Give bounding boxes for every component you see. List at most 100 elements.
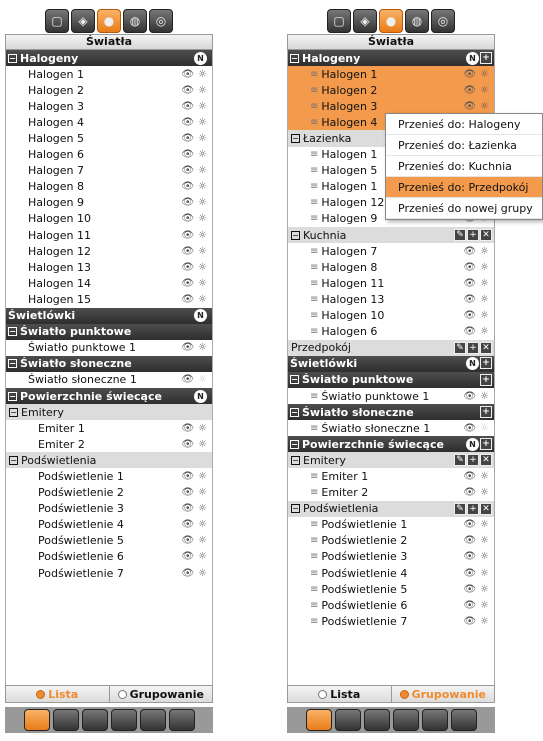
add-icon[interactable]: + [467,341,479,354]
light-toggle-icon[interactable]: ☼ [198,246,207,257]
visibility-icon[interactable]: 👁 [463,519,476,530]
visibility-icon[interactable]: 👁 [181,439,194,450]
visibility-icon[interactable]: 👁 [181,278,194,289]
light-toggle-icon[interactable]: ☼ [198,503,207,514]
visibility-icon[interactable]: 👁 [181,374,194,385]
add-icon[interactable]: + [467,502,479,515]
visibility-icon[interactable]: 👁 [463,568,476,579]
light-item[interactable]: ≡ Halogen 8 👁 ☼ [288,259,494,275]
group-header[interactable]: − Emitery ✎ + ✕ [288,452,494,469]
light-toggle-icon[interactable]: ☼ [198,342,207,353]
view-side-icon[interactable] [363,709,390,731]
close-icon[interactable]: ✕ [480,454,492,467]
visibility-icon[interactable]: 👁 [181,262,194,273]
light-item[interactable]: ≡ Halogen 7 👁 ☼ [288,243,494,259]
light-item[interactable]: Halogen 3 👁 ☼ [6,98,212,114]
light-item[interactable]: Podświetlenie 5 👁 ☼ [6,533,212,549]
light-toggle-icon[interactable]: ☼ [198,439,207,450]
light-item[interactable]: Halogen 15 👁 ☼ [6,291,212,307]
group-header[interactable]: − Halogeny N + [288,50,494,67]
light-toggle-icon[interactable]: ☼ [198,165,207,176]
light-toggle-icon[interactable]: ☼ [480,487,489,498]
light-item[interactable]: ≡ Emiter 2 👁 ☼ [288,485,494,501]
visibility-icon[interactable]: 👁 [181,165,194,176]
visibility-icon[interactable]: 👁 [181,101,194,112]
light-item[interactable]: ≡ Światło słoneczne 1 👁 ☼ [288,420,494,436]
edit-icon[interactable]: ✎ [454,229,466,242]
collapse-icon[interactable]: − [290,375,299,385]
group-header[interactable]: − Powierzchnie świecące N + [288,436,494,453]
light-toggle-icon[interactable]: ☼ [198,230,207,241]
drag-handle-icon[interactable]: ≡ [310,165,318,176]
light-toggle-icon[interactable]: ☼ [198,278,207,289]
light-item[interactable]: ≡ Halogen 3 👁 ☼ [288,98,494,115]
drag-handle-icon[interactable]: ≡ [310,278,318,289]
visibility-icon[interactable]: 👁 [181,471,194,482]
visibility-icon[interactable]: 👁 [181,213,194,224]
light-toggle-icon[interactable]: ☼ [480,471,489,482]
collapse-icon[interactable]: − [291,455,300,465]
light-toggle-icon[interactable]: ☼ [198,149,207,160]
light-item[interactable]: ≡ Halogen 11 👁 ☼ [288,275,494,291]
group-header[interactable]: − Światło punktowe [6,323,212,340]
group-header[interactable]: − Powierzchnie świecące N [6,387,212,405]
group-header[interactable]: − Światło słoneczne [6,355,212,372]
view-top-icon[interactable] [392,709,419,731]
new-badge-icon[interactable]: N [466,357,479,371]
visibility-icon[interactable]: 👁 [463,262,476,273]
light-item[interactable]: Światło słoneczne 1 👁 ☼ [6,372,212,388]
new-badge-icon[interactable]: N [466,437,479,451]
light-toggle-icon[interactable]: ☼ [480,584,489,595]
edit-icon[interactable]: ✎ [454,341,466,354]
light-item[interactable]: Halogen 9 👁 ☼ [6,195,212,211]
drag-handle-icon[interactable]: ≡ [310,326,318,337]
edit-icon[interactable]: ✎ [454,454,466,467]
visibility-icon[interactable]: 👁 [181,133,194,144]
visibility-icon[interactable]: 👁 [181,423,194,434]
light-item[interactable]: Emiter 2 👁 ☼ [6,436,212,452]
visibility-icon[interactable]: 👁 [181,85,194,96]
light-toggle-icon[interactable]: ☼ [198,69,207,80]
light-item[interactable]: Halogen 1 👁 ☼ [6,66,212,82]
light-item[interactable]: Halogen 5 👁 ☼ [6,130,212,146]
visibility-icon[interactable]: 👁 [181,551,194,562]
drag-handle-icon[interactable]: ≡ [310,117,318,128]
collapse-icon[interactable]: − [9,407,18,417]
add-icon[interactable]: + [480,406,492,419]
visibility-icon[interactable]: 👁 [181,246,194,257]
light-item[interactable]: ≡ Podświetlenie 3 👁 ☼ [288,549,494,565]
drag-handle-icon[interactable]: ≡ [310,213,318,224]
drag-handle-icon[interactable]: ≡ [310,584,318,595]
group-header[interactable]: − Kuchnia ✎ + ✕ [288,227,494,244]
light-toggle-icon[interactable]: ☼ [198,568,207,579]
view-3d-icon[interactable] [23,709,50,731]
light-toggle-icon[interactable]: ☼ [198,213,207,224]
group-header[interactable]: − Podświetlenia [6,452,212,469]
light-toggle-icon[interactable]: ☼ [480,278,489,289]
light-item[interactable]: Halogen 14 👁 ☼ [6,275,212,291]
light-toggle-icon[interactable]: ☼ [198,487,207,498]
light-item[interactable]: ≡ Halogen 13 👁 ☼ [288,291,494,307]
drag-handle-icon[interactable]: ≡ [310,310,318,321]
visibility-icon[interactable]: 👁 [463,471,476,482]
tab-lista[interactable]: Lista [6,686,109,702]
drag-handle-icon[interactable]: ≡ [310,246,318,257]
visibility-icon[interactable]: 👁 [181,181,194,192]
visibility-icon[interactable]: 👁 [463,69,476,80]
light-toggle-icon[interactable]: ☼ [480,600,489,611]
edit-icon[interactable]: ✎ [454,502,466,515]
collapse-icon[interactable]: − [291,504,300,514]
collapse-icon[interactable]: − [8,327,17,337]
light-toggle-icon[interactable]: ☼ [198,374,207,385]
light-toggle-icon[interactable]: ☼ [480,69,489,80]
close-icon[interactable]: ✕ [480,229,492,242]
visibility-icon[interactable]: 👁 [181,69,194,80]
visibility-icon[interactable]: 👁 [463,616,476,627]
visibility-icon[interactable]: 👁 [463,551,476,562]
visibility-icon[interactable]: 👁 [181,197,194,208]
visibility-icon[interactable]: 👁 [181,503,194,514]
drag-handle-icon[interactable]: ≡ [310,69,318,80]
light-toggle-icon[interactable]: ☼ [480,391,489,402]
tab-cameras-icon[interactable]: ▢ [327,9,351,33]
drag-handle-icon[interactable]: ≡ [310,149,318,160]
